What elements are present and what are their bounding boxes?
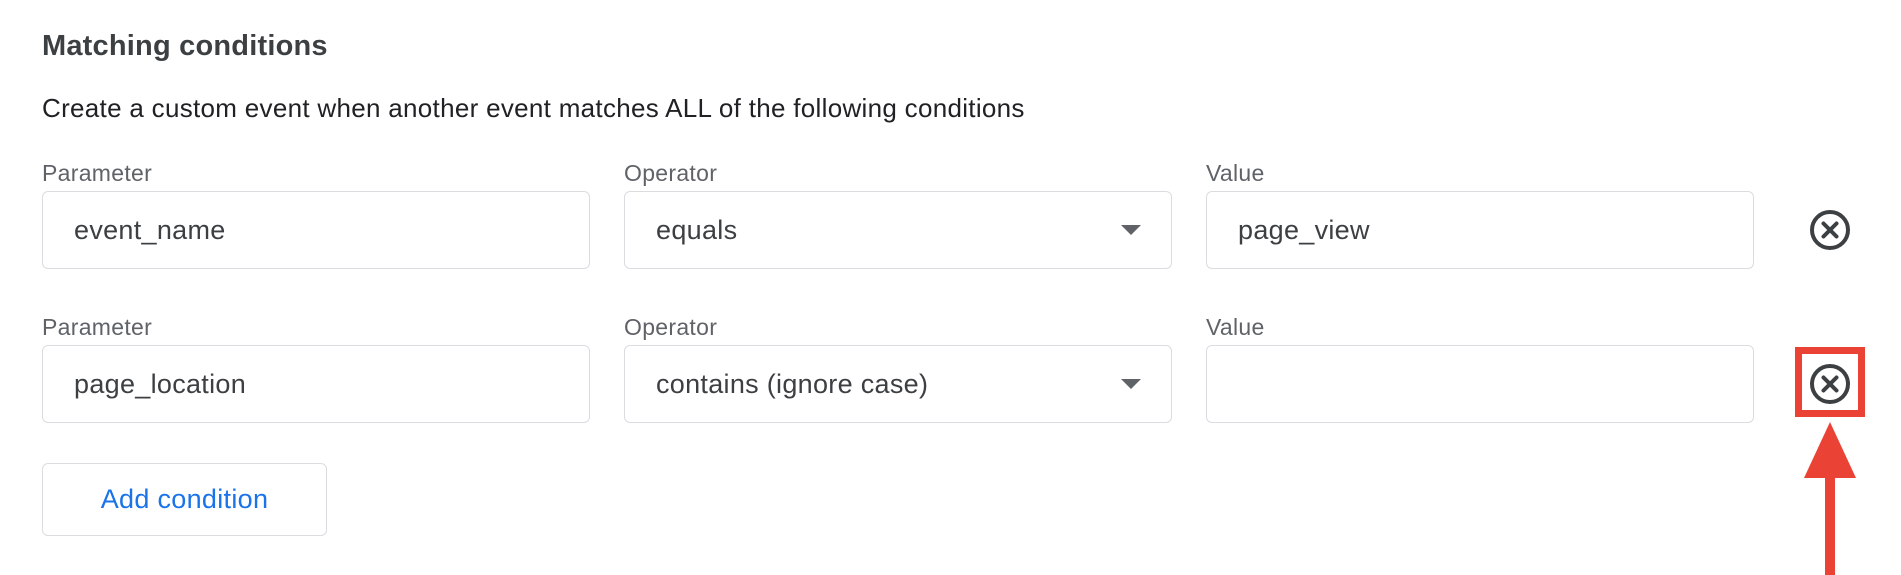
dropdown-arrow-icon [1121, 225, 1141, 235]
parameter-label: Parameter [42, 160, 153, 186]
close-circle-icon [1810, 210, 1850, 250]
operator-select[interactable]: contains (ignore case) [624, 345, 1172, 423]
section-description: Create a custom event when another event… [42, 93, 1025, 123]
operator-label: Operator [624, 160, 718, 186]
dropdown-arrow-icon [1121, 379, 1141, 389]
parameter-input[interactable]: page_location [42, 345, 590, 423]
remove-condition-button[interactable] [1808, 208, 1852, 252]
operator-value: contains (ignore case) [656, 368, 929, 399]
add-condition-button[interactable]: Add condition [42, 463, 327, 536]
value-label: Value [1206, 314, 1265, 340]
value-value: page_view [1238, 214, 1370, 245]
annotation-arrow-icon [1804, 422, 1856, 575]
operator-select[interactable]: equals [624, 191, 1172, 269]
value-label: Value [1206, 160, 1265, 186]
operator-label: Operator [624, 314, 718, 340]
parameter-input[interactable]: event_name [42, 191, 590, 269]
parameter-label: Parameter [42, 314, 153, 340]
parameter-value: event_name [74, 214, 226, 245]
section-title: Matching conditions [42, 30, 328, 62]
annotation-highlight-box [1795, 347, 1865, 417]
value-input[interactable] [1206, 345, 1754, 423]
value-input[interactable]: page_view [1206, 191, 1754, 269]
operator-value: equals [656, 214, 738, 245]
parameter-value: page_location [74, 368, 247, 399]
